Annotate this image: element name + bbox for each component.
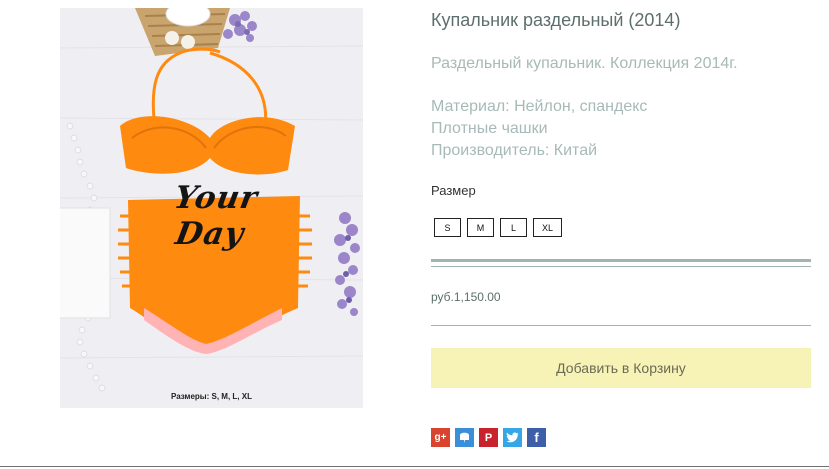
bottom-border bbox=[0, 466, 829, 467]
image-size-caption: Размеры: S, M, L, XL bbox=[171, 392, 252, 401]
product-title: Купальник раздельный (2014) bbox=[431, 10, 681, 30]
mail-icon[interactable] bbox=[455, 428, 474, 447]
divider bbox=[431, 266, 811, 267]
size-option-l[interactable]: L bbox=[500, 218, 527, 237]
twitter-icon[interactable] bbox=[503, 428, 522, 447]
image-brand-text: Your Day bbox=[171, 180, 261, 252]
divider bbox=[431, 325, 811, 326]
size-options: S M L XL bbox=[434, 218, 562, 237]
spec-manufacturer: Производитель: Китай bbox=[431, 142, 598, 159]
pinterest-icon[interactable]: P bbox=[479, 428, 498, 447]
size-option-m[interactable]: M bbox=[467, 218, 494, 237]
divider bbox=[431, 259, 811, 262]
add-to-cart-button[interactable]: Добавить в Корзину bbox=[431, 348, 811, 388]
share-buttons: g+ P f bbox=[431, 428, 546, 447]
spec-cups: Плотные чашки bbox=[431, 120, 548, 137]
facebook-icon[interactable]: f bbox=[527, 428, 546, 447]
google-plus-icon[interactable]: g+ bbox=[431, 428, 450, 447]
spec-material: Материал: Нейлон, спандекс bbox=[431, 98, 648, 115]
product-specs: Материал: Нейлон, спандекс Плотные чашки… bbox=[431, 96, 647, 162]
size-label: Размер bbox=[431, 183, 476, 198]
product-price: руб.1,150.00 bbox=[431, 290, 501, 304]
product-description: Раздельный купальник. Коллекция 2014г. bbox=[431, 55, 738, 72]
size-option-s[interactable]: S bbox=[434, 218, 461, 237]
product-image[interactable]: Your Day Размеры: S, M, L, XL bbox=[60, 8, 363, 408]
size-option-xl[interactable]: XL bbox=[533, 218, 562, 237]
